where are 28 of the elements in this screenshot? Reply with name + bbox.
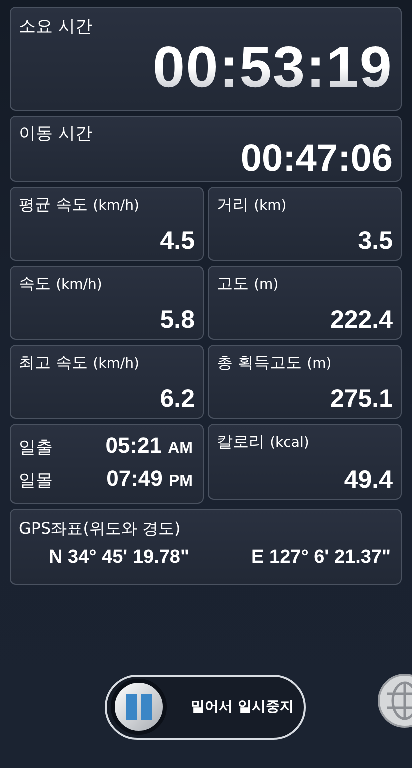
stat-value: 275.1 — [330, 384, 393, 414]
sun-label: 일출 — [19, 436, 53, 460]
stat-value: 5.8 — [160, 305, 195, 335]
stat-value: 3.5 — [358, 226, 393, 256]
stat-value: 222.4 — [330, 305, 393, 335]
stat-value: 49.4 — [344, 465, 393, 495]
longitude-text: E 127° 6' 21.37" — [252, 546, 391, 570]
globe-icon[interactable] — [377, 674, 412, 728]
sun-time: 05:21 AM — [106, 433, 194, 460]
stat-label: 최고 속도 (km/h) — [19, 352, 140, 374]
stat-label: 속도 (km/h) — [19, 273, 104, 295]
stat-value: 6.2 — [160, 384, 195, 414]
sun-label: 일몰 — [19, 470, 53, 492]
stat-label: 평균 속도 (km/h) — [19, 194, 140, 216]
stat-label: 고도 (m) — [217, 273, 280, 295]
moving-label: 이동 시간 — [19, 123, 92, 145]
elapsed-label: 소요 시간 — [19, 16, 92, 38]
gps-label: GPS좌표(위도와 경도) — [19, 518, 182, 540]
pause-icon — [111, 679, 167, 735]
swipe-pause-button[interactable]: 밀어서 일시중지 — [105, 675, 306, 740]
stat-label: 칼로리 (kcal) — [217, 431, 310, 453]
sun-time: 07:49 PM — [106, 466, 194, 493]
latitude-text: N 34° 45' 19.78" — [49, 546, 190, 570]
slider-label: 밀어서 일시중지 — [191, 698, 294, 717]
moving-time: 00:47:06 — [240, 139, 393, 179]
stat-label: 총 획득고도 (m) — [217, 352, 333, 374]
stat-label: 거리 (km) — [217, 194, 288, 216]
stat-value: 4.5 — [160, 226, 195, 256]
